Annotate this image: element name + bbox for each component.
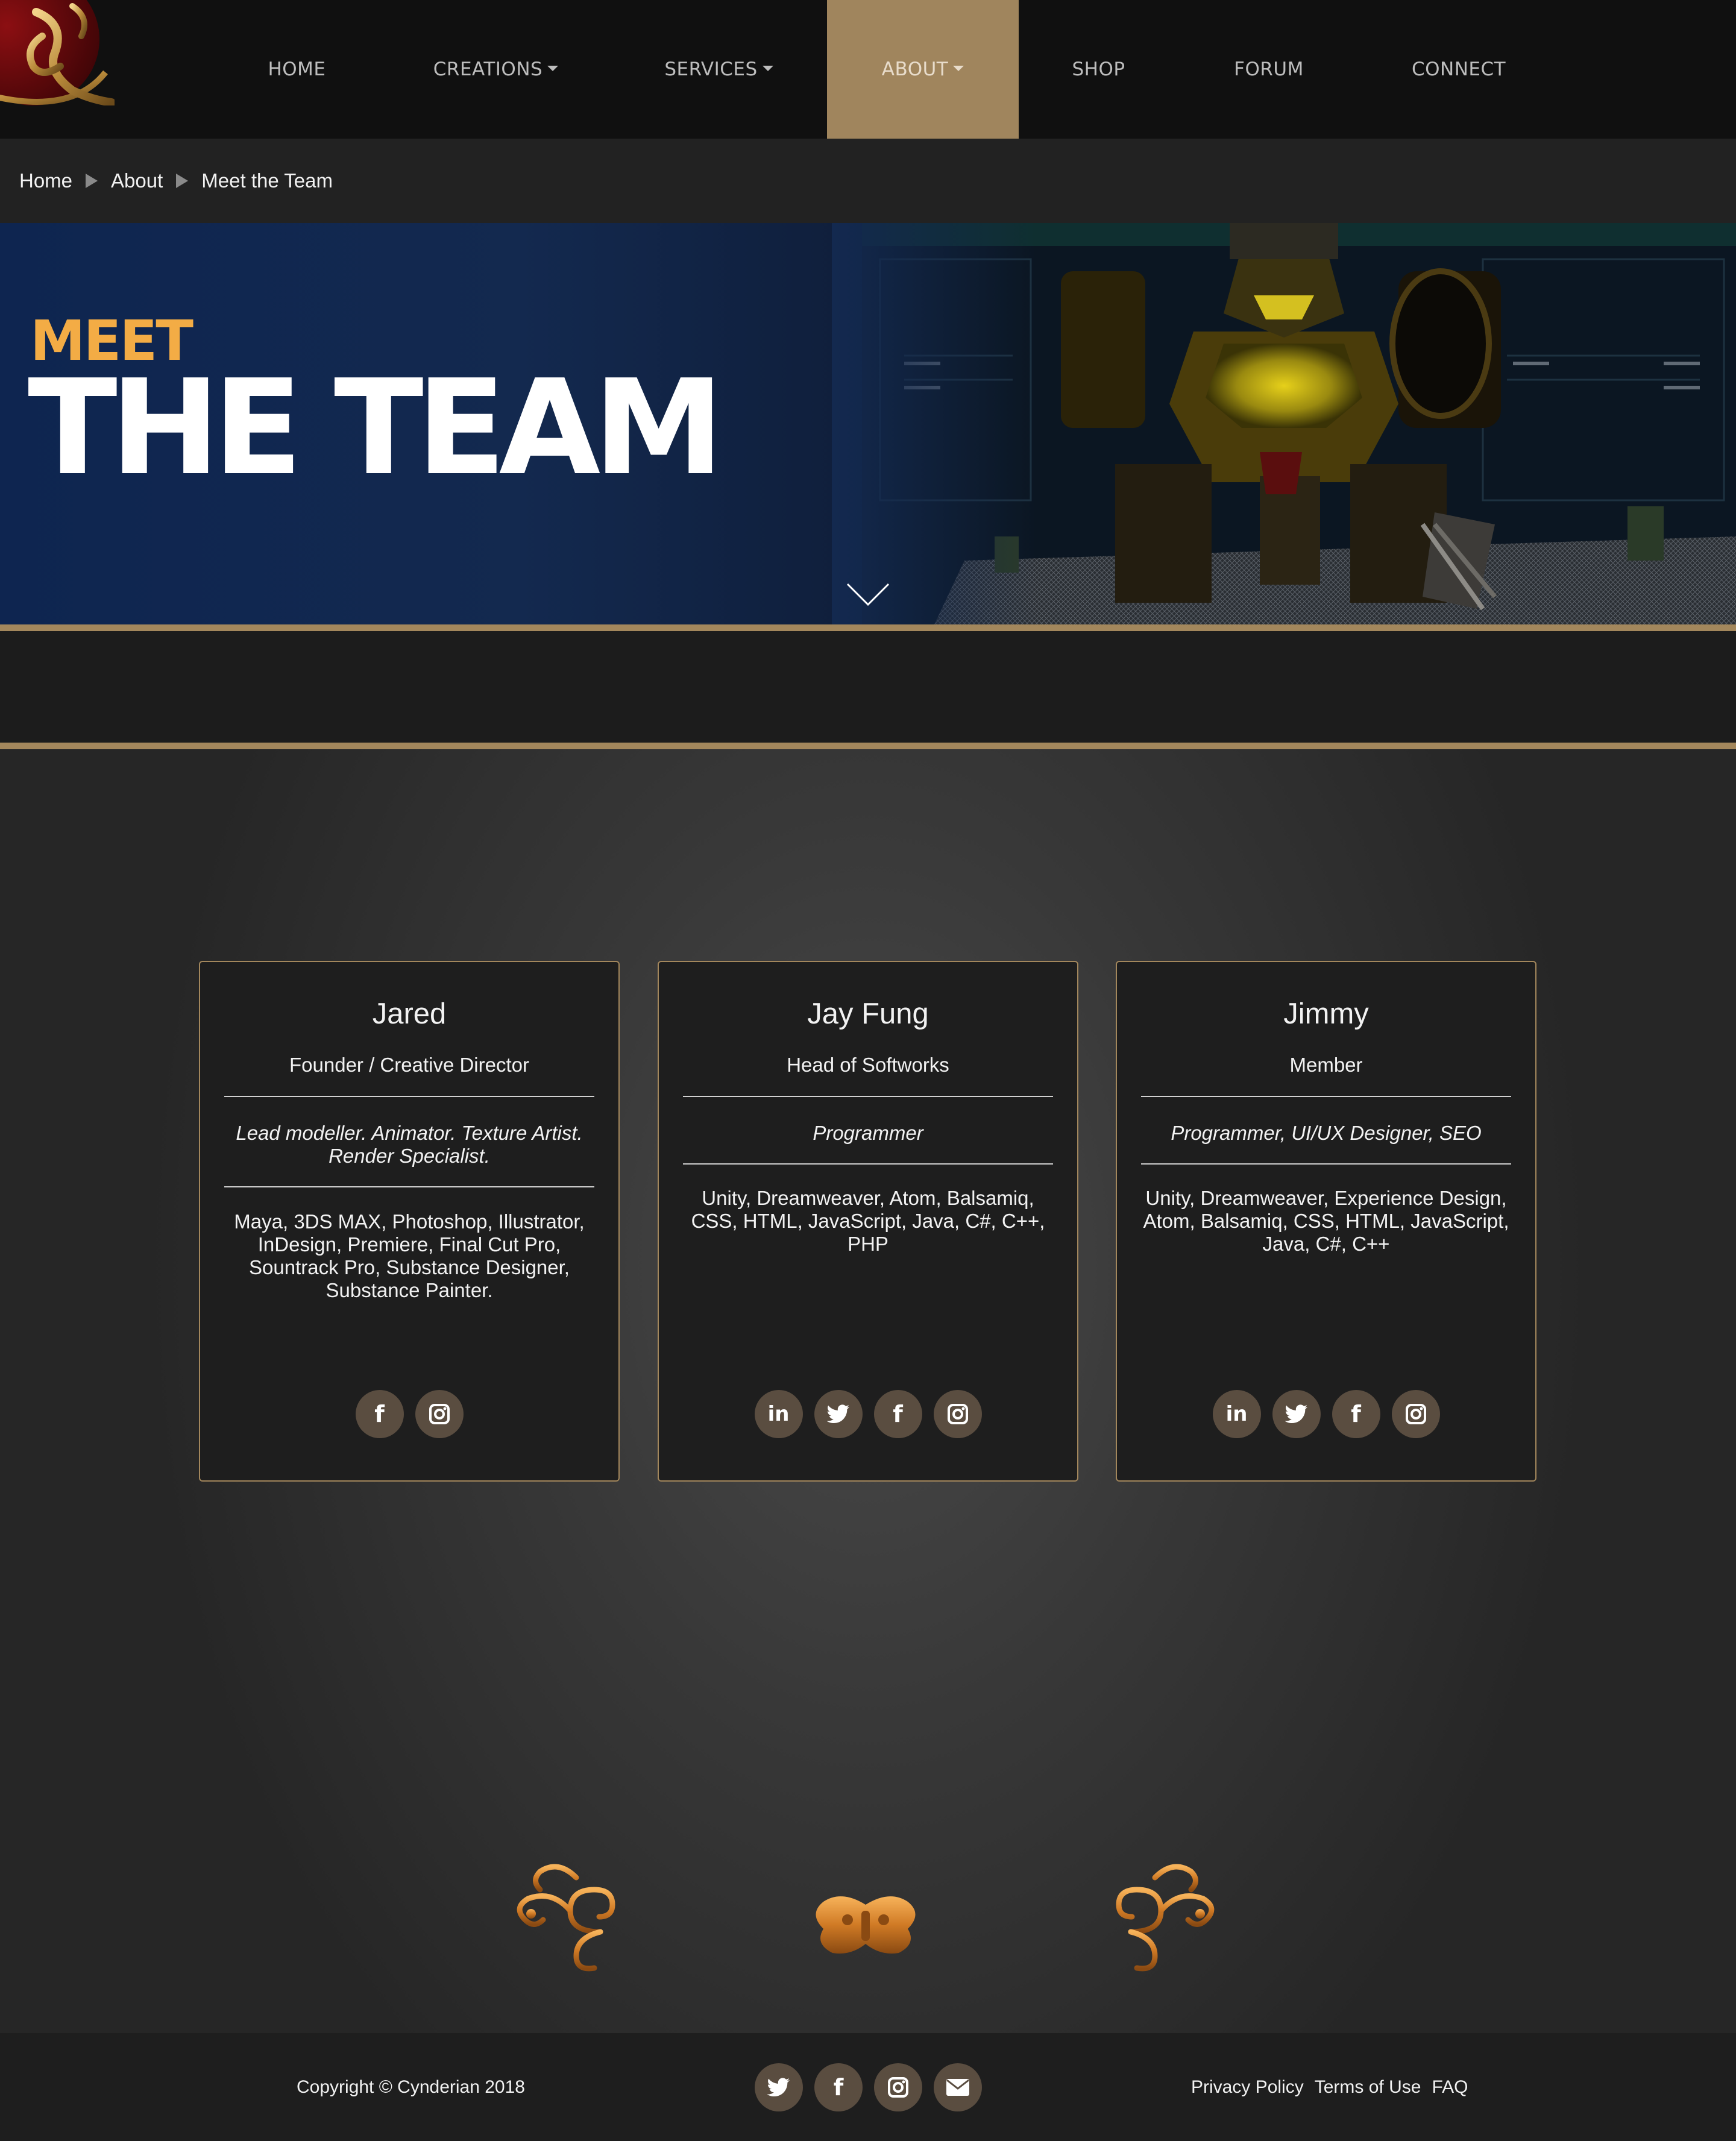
- card-divider: [224, 1186, 594, 1187]
- caret-down-icon: [547, 65, 559, 71]
- member-skills: Maya, 3DS MAX, Photoshop, Illustrator, I…: [234, 1210, 585, 1301]
- breadcrumb-home[interactable]: Home: [19, 169, 72, 192]
- instagram-icon[interactable]: [874, 2063, 922, 2111]
- nav-creations-label: CREATIONS: [433, 58, 543, 80]
- nav-about-label: ABOUT: [881, 58, 949, 80]
- nav-creations[interactable]: CREATIONS: [410, 0, 582, 139]
- nav-shop[interactable]: SHOP: [1046, 0, 1151, 139]
- nav-forum-label: FORUM: [1234, 58, 1304, 80]
- nav-forum[interactable]: FORUM: [1215, 0, 1323, 139]
- instagram-icon[interactable]: [1391, 1390, 1440, 1438]
- member-role: Head of Softworks: [787, 1054, 949, 1076]
- footer-social-links: f: [755, 2063, 982, 2111]
- hero-banner: MEET THE TEAM: [0, 223, 1736, 624]
- facebook-icon[interactable]: f: [355, 1390, 404, 1438]
- nav-home[interactable]: HOME: [241, 0, 353, 139]
- instagram-icon[interactable]: [415, 1390, 464, 1438]
- member-name: Jay Fung: [807, 998, 929, 1030]
- team-card-jay-fung: Jay Fung Head of Softworks Programmer Un…: [658, 961, 1078, 1482]
- twitter-icon[interactable]: [755, 2063, 803, 2111]
- caret-down-icon: [762, 65, 773, 71]
- linkedin-icon[interactable]: in: [754, 1390, 803, 1438]
- member-name: Jared: [372, 998, 447, 1030]
- top-navbar: HOME CREATIONS SERVICES ABOUT SHOP FORUM…: [0, 0, 1736, 139]
- linkedin-icon[interactable]: in: [1212, 1390, 1261, 1438]
- footer-links: Privacy Policy Terms of Use FAQ: [1191, 2033, 1468, 2141]
- breadcrumb-arrow-icon: [86, 174, 98, 188]
- nav-connect[interactable]: CONNECT: [1398, 0, 1519, 139]
- breadcrumb-current: Meet the Team: [201, 169, 333, 192]
- chevron-down-icon[interactable]: [846, 583, 890, 607]
- email-icon[interactable]: [934, 2063, 982, 2111]
- facebook-icon[interactable]: f: [1332, 1390, 1380, 1438]
- dark-band: [0, 631, 1736, 743]
- nav-about[interactable]: ABOUT: [827, 0, 1019, 139]
- nav-services-label: SERVICES: [664, 58, 758, 80]
- member-social-links: in f: [1117, 1390, 1535, 1438]
- facebook-icon[interactable]: f: [873, 1390, 922, 1438]
- privacy-policy-link[interactable]: Privacy Policy: [1191, 2077, 1304, 2098]
- team-card-jared: Jared Founder / Creative Director Lead m…: [199, 961, 620, 1482]
- member-name: Jimmy: [1283, 998, 1369, 1030]
- breadcrumb: Home About Meet the Team: [0, 139, 1736, 223]
- twitter-icon[interactable]: [814, 1390, 863, 1438]
- member-social-links: f: [200, 1390, 618, 1438]
- card-divider: [224, 1096, 594, 1097]
- nav-services[interactable]: SERVICES: [636, 0, 802, 139]
- nav-connect-label: CONNECT: [1411, 58, 1506, 80]
- facebook-icon[interactable]: f: [814, 2063, 863, 2111]
- breadcrumb-arrow-icon: [176, 174, 189, 188]
- twitter-icon[interactable]: [1272, 1390, 1321, 1438]
- card-divider: [683, 1163, 1053, 1165]
- member-skills: Unity, Dreamweaver, Atom, Balsamiq, CSS,…: [691, 1187, 1045, 1255]
- member-role: Member: [1289, 1054, 1363, 1076]
- nav-home-label: HOME: [268, 58, 326, 80]
- team-card-jimmy: Jimmy Member Programmer, UI/UX Designer,…: [1116, 961, 1536, 1482]
- breadcrumb-about[interactable]: About: [111, 169, 163, 192]
- member-role: Founder / Creative Director: [289, 1054, 529, 1076]
- site-logo[interactable]: [0, 0, 115, 105]
- card-divider: [1141, 1163, 1511, 1165]
- member-social-links: in f: [659, 1390, 1077, 1438]
- hero-title: THE TEAM: [28, 352, 724, 505]
- card-divider: [683, 1096, 1053, 1097]
- member-specialty: Programmer: [813, 1122, 923, 1144]
- gold-divider: [0, 624, 1736, 631]
- caret-down-icon: [953, 65, 964, 71]
- faq-link[interactable]: FAQ: [1432, 2077, 1468, 2098]
- terms-of-use-link[interactable]: Terms of Use: [1315, 2077, 1421, 2098]
- member-specialty: Programmer, UI/UX Designer, SEO: [1171, 1122, 1482, 1144]
- nav-shop-label: SHOP: [1072, 58, 1125, 80]
- copyright-text: Copyright © Cynderian 2018: [297, 2077, 525, 2097]
- instagram-icon[interactable]: [933, 1390, 982, 1438]
- member-skills: Unity, Dreamweaver, Experience Design, A…: [1143, 1187, 1509, 1255]
- member-specialty: Lead modeller. Animator. Texture Artist.…: [236, 1122, 583, 1167]
- ornament-divider: [517, 1864, 1215, 1972]
- card-divider: [1141, 1096, 1511, 1097]
- gold-divider: [0, 743, 1736, 749]
- site-footer: Copyright © Cynderian 2018 f Privacy Pol…: [0, 2033, 1736, 2141]
